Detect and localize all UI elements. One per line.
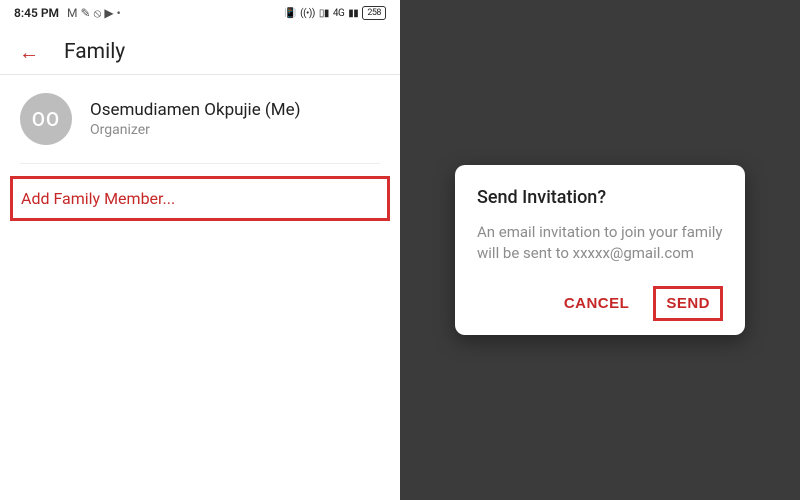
hotspot-icon: ((•)) (300, 8, 315, 19)
screen-header: ← Family (0, 26, 400, 74)
status-bar-right: 📳 ((•)) ▯▮ 4G ▮▮ 258 (284, 6, 386, 20)
signal-icon: ▯▮ (319, 8, 329, 19)
more-dot-icon: • (117, 6, 121, 20)
battery-indicator: 258 (362, 6, 386, 20)
wrench-icon: ✎ (81, 6, 91, 20)
dialog-actions: CANCEL SEND (477, 286, 723, 321)
send-button[interactable]: SEND (653, 286, 723, 321)
page-title: Family (64, 40, 125, 64)
do-not-disturb-icon: ⦸ (94, 6, 102, 20)
family-screen: 8:45 PM M ✎ ⦸ ▶ • 📳 ((•)) ▯▮ 4G ▮▮ 258 ←… (0, 0, 400, 500)
dialog-overlay: Send Invitation? An email invitation to … (400, 0, 800, 500)
status-time: 8:45 PM (14, 6, 59, 20)
dialog-title: Send Invitation? (477, 187, 723, 208)
add-member-section: Add Family Member... (0, 164, 400, 233)
status-left-icons: M ✎ ⦸ ▶ • (67, 6, 121, 21)
member-role: Organizer (90, 122, 301, 138)
dialog-body: An email invitation to join your family … (477, 222, 723, 264)
signal-strength-icon: ▮▮ (348, 8, 358, 19)
member-name: Osemudiamen Okpujie (Me) (90, 100, 301, 120)
status-bar: 8:45 PM M ✎ ⦸ ▶ • 📳 ((•)) ▯▮ 4G ▮▮ 258 (0, 0, 400, 26)
status-bar-left: 8:45 PM M ✎ ⦸ ▶ • (14, 6, 121, 21)
cancel-button[interactable]: CANCEL (554, 287, 640, 320)
youtube-icon: ▶ (104, 6, 113, 20)
member-text: Osemudiamen Okpujie (Me) Organizer (90, 100, 301, 138)
add-family-member-link[interactable]: Add Family Member... (10, 176, 390, 221)
vibrate-icon: 📳 (284, 8, 296, 19)
back-arrow-icon[interactable]: ← (18, 41, 40, 63)
gmail-icon: M (67, 6, 77, 20)
avatar: OO (20, 93, 72, 145)
family-member-row[interactable]: OO Osemudiamen Okpujie (Me) Organizer (0, 75, 400, 163)
send-invitation-dialog: Send Invitation? An email invitation to … (455, 165, 745, 335)
data-icon: 4G (333, 8, 344, 19)
